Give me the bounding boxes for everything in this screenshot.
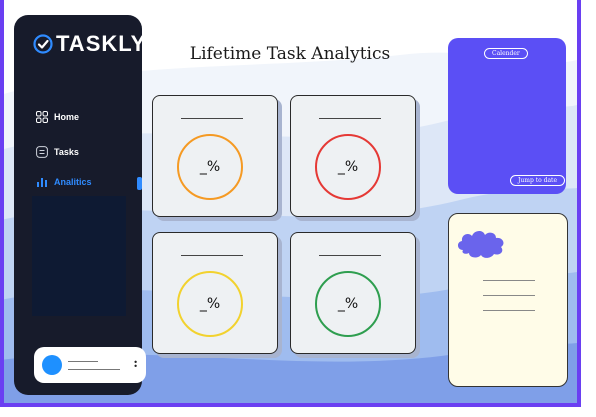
profile-email-placeholder [68, 369, 120, 370]
note-line [483, 280, 535, 281]
sidebar-item-label: Analitics [54, 177, 92, 187]
stat-label-placeholder [181, 255, 243, 256]
calendar-title-button[interactable]: Calender [484, 48, 528, 59]
sidebar-item-home[interactable]: Home [36, 111, 79, 123]
stat-card-red: _% [290, 95, 416, 217]
calendar-widget: Calender Jump to date [448, 38, 566, 194]
grid-icon [36, 111, 48, 123]
profile-card[interactable]: • • [34, 347, 146, 383]
jump-to-date-button[interactable]: Jump to date [510, 175, 566, 186]
progress-ring: _% [315, 271, 381, 337]
sidebar: TASKLY Home Tasks Analitics • • [14, 15, 146, 395]
note-line [483, 295, 535, 296]
sidebar-item-analitics[interactable]: Analitics [36, 176, 92, 188]
stat-card-yellow: _% [152, 232, 278, 354]
frame-border-right [577, 0, 581, 405]
note-line [483, 310, 535, 311]
stat-label-placeholder [319, 118, 381, 119]
more-options-icon[interactable]: • • [133, 359, 138, 371]
stat-label-placeholder [319, 255, 381, 256]
stat-card-orange: _% [152, 95, 278, 217]
tasks-icon [36, 146, 48, 158]
profile-name-placeholder [68, 361, 98, 362]
progress-ring: _% [177, 271, 243, 337]
notes-card [448, 213, 568, 387]
progress-ring: _% [315, 134, 381, 200]
stat-label-placeholder [181, 118, 243, 119]
thought-cloud-icon [457, 230, 509, 258]
analytics-subpanel [32, 196, 126, 316]
active-indicator [137, 177, 142, 190]
progress-ring: _% [177, 134, 243, 200]
avatar[interactable] [42, 355, 62, 375]
sidebar-item-label: Home [54, 112, 80, 122]
sidebar-item-tasks[interactable]: Tasks [36, 146, 79, 158]
check-circle-icon [33, 34, 53, 54]
frame-border-left [0, 0, 4, 405]
stat-card-green: _% [290, 232, 416, 354]
logo-text: TASKLY [56, 31, 147, 56]
sidebar-item-label: Tasks [54, 147, 79, 157]
bar-chart-icon [37, 178, 47, 187]
frame-border-bottom [0, 403, 581, 407]
app-logo[interactable]: TASKLY [32, 31, 146, 57]
page-title: Lifetime Task Analytics [189, 44, 391, 64]
